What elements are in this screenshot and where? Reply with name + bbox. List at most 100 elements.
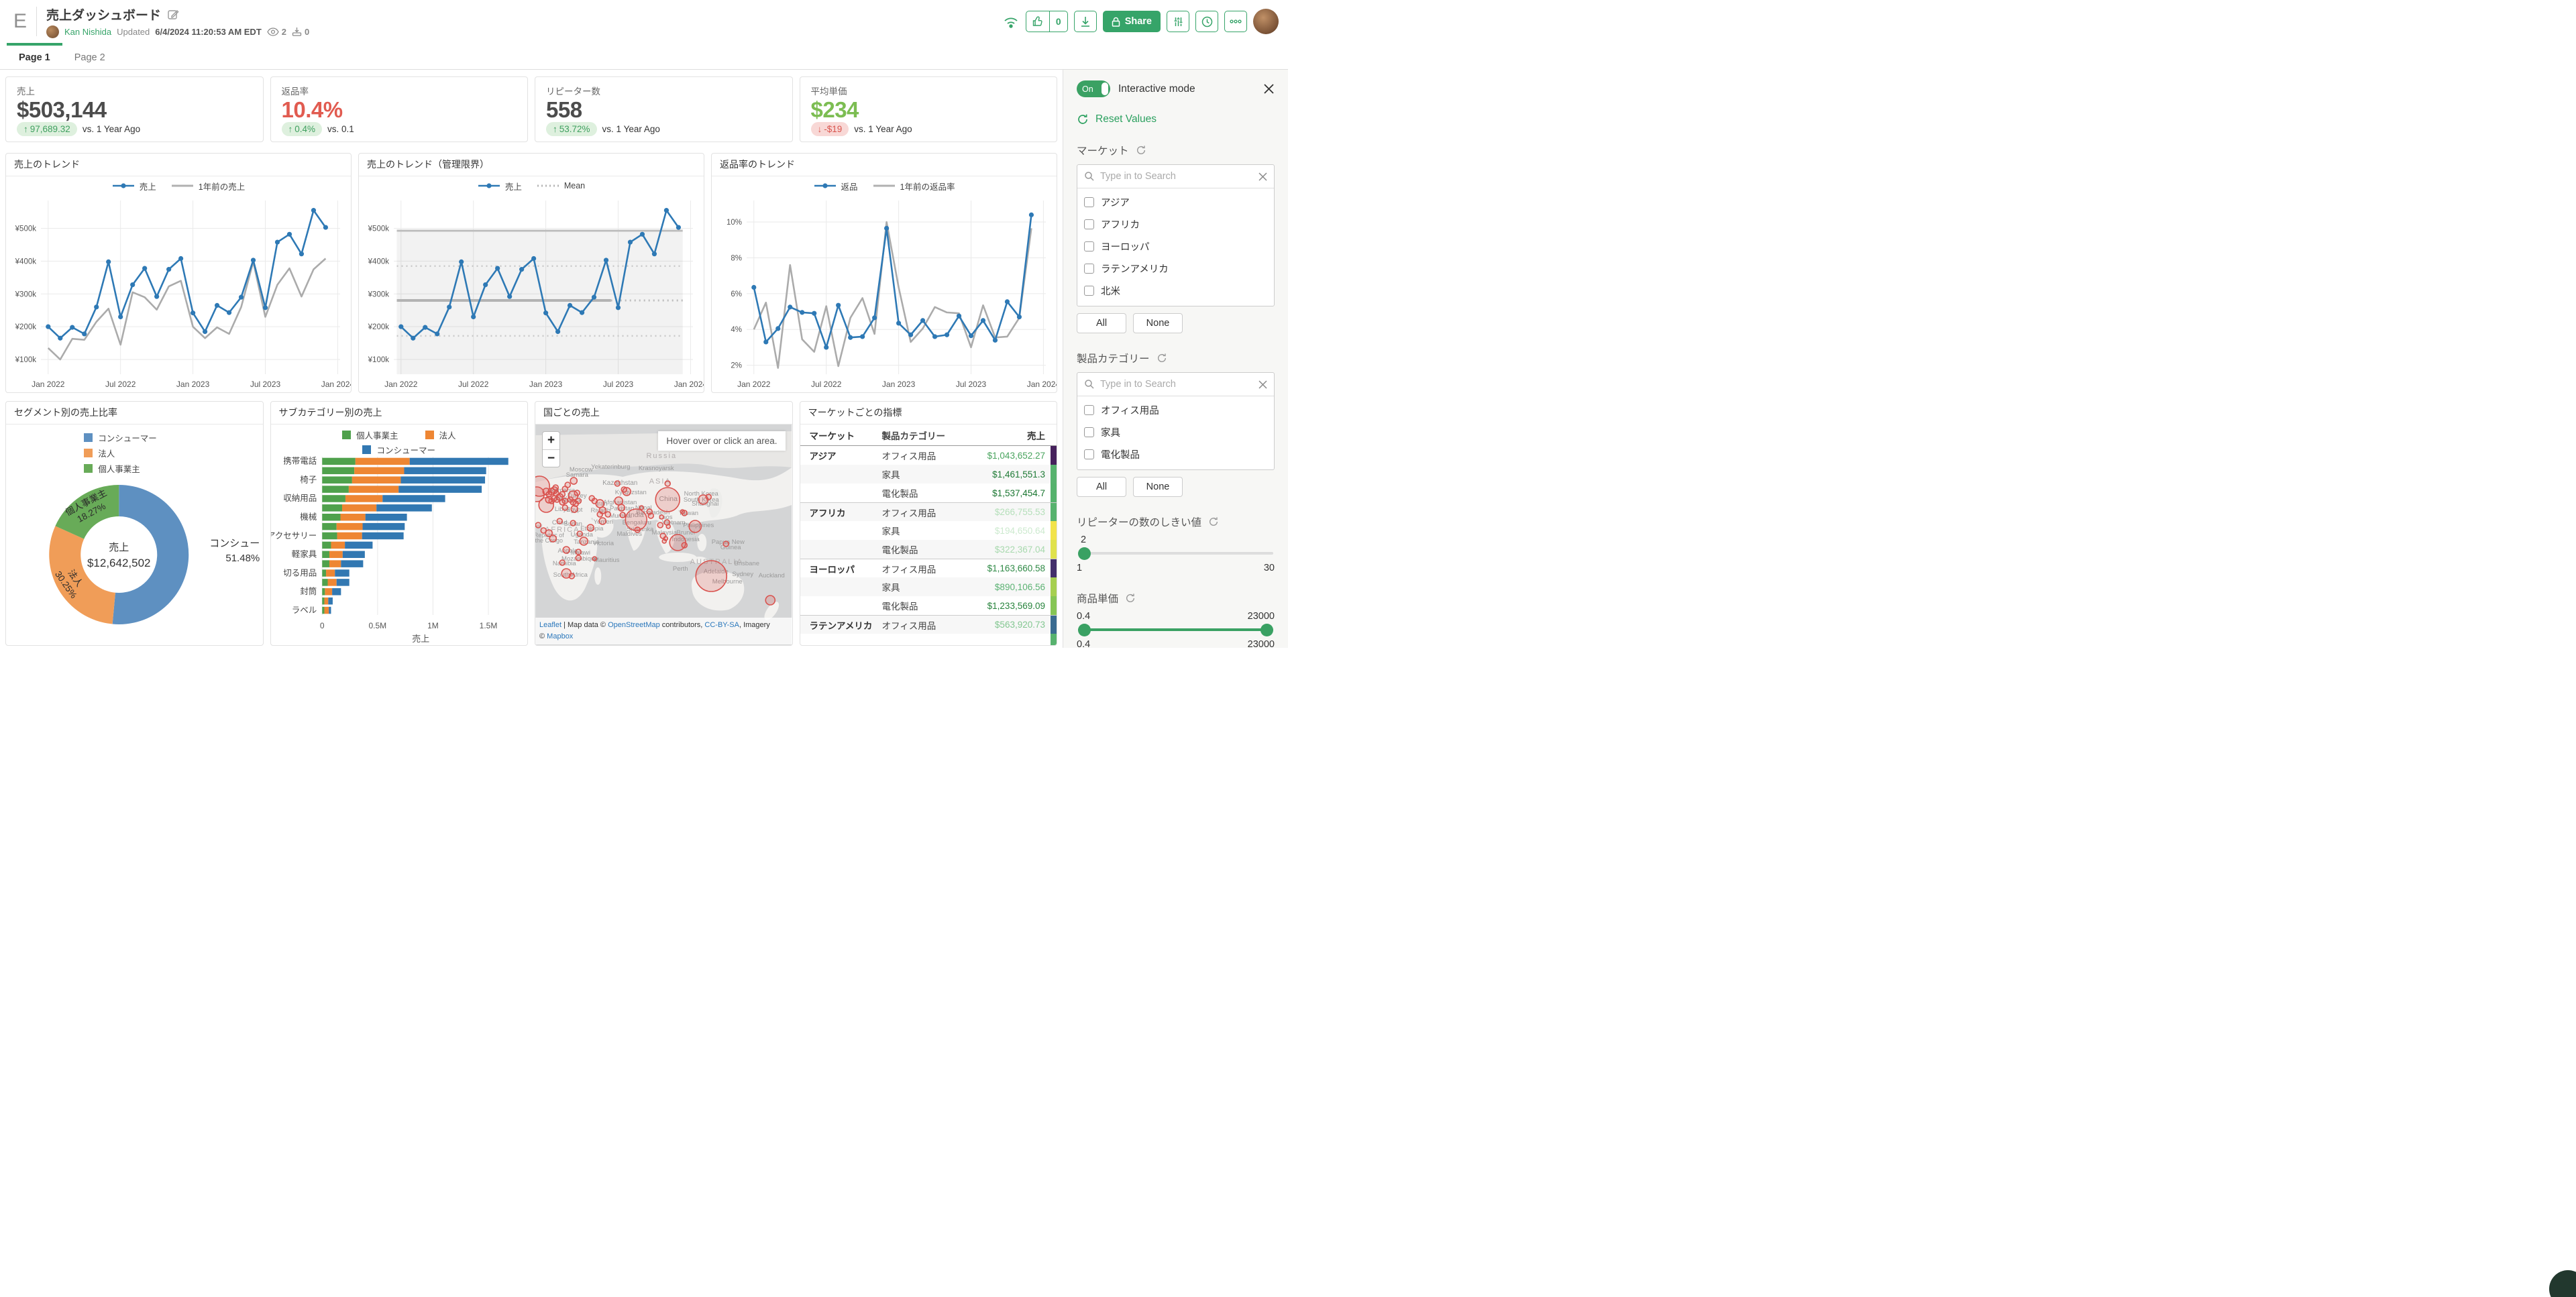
close-icon[interactable] — [1263, 83, 1275, 95]
map-sales-circle[interactable] — [574, 490, 580, 496]
map-sales-circle[interactable] — [592, 557, 596, 561]
checkbox[interactable] — [1084, 197, 1094, 207]
range-thumb-high[interactable] — [1260, 624, 1273, 636]
map-sales-circle[interactable] — [614, 481, 620, 486]
map-zoom-in-button[interactable]: + — [543, 432, 559, 449]
share-button[interactable]: Share — [1103, 11, 1161, 32]
range-thumb-low[interactable] — [1078, 624, 1091, 636]
map-sales-circle[interactable] — [657, 522, 663, 528]
market-search-input[interactable] — [1100, 171, 1253, 182]
map-sales-circle[interactable] — [605, 512, 610, 517]
sales-control-chart[interactable]: ¥100k¥200k¥300k¥400k¥500kJan 2022Jul 202… — [359, 195, 704, 392]
country-sales-map[interactable]: RussiaYekaterinburgKrasnoyarskMoscowSama… — [535, 425, 792, 644]
map-sales-circle[interactable] — [570, 477, 577, 484]
map-sales-circle[interactable] — [541, 528, 546, 533]
checkbox-item[interactable]: 電化製品 — [1077, 443, 1274, 465]
checkbox[interactable] — [1084, 264, 1094, 274]
map-sales-circle[interactable] — [577, 531, 582, 537]
author-link[interactable]: Kan Nishida — [64, 27, 111, 37]
market-select-all-button[interactable]: All — [1077, 313, 1126, 333]
map-sales-circle[interactable] — [562, 505, 568, 510]
category-select-all-button[interactable]: All — [1077, 477, 1126, 497]
map-sales-circle[interactable] — [723, 541, 729, 547]
map-sales-circle[interactable] — [662, 539, 666, 543]
map-sales-circle[interactable] — [648, 513, 653, 518]
map-sales-circle[interactable] — [539, 498, 553, 512]
map-sales-circle[interactable] — [599, 518, 606, 524]
map-sales-circle[interactable] — [696, 561, 727, 591]
segment-donut-chart[interactable]: 売上$12,642,502コンシュー51.48%法人30.25%個人事業主18.… — [6, 469, 263, 644]
map-sales-circle[interactable] — [559, 492, 565, 497]
map-sales-circle[interactable] — [559, 560, 565, 565]
return-rate-chart[interactable]: 2%4%6%8%10%Jan 2022Jul 2022Jan 2023Jul 2… — [712, 195, 1057, 392]
map-sales-circle[interactable] — [563, 547, 570, 553]
clear-search-icon[interactable] — [1258, 380, 1267, 389]
user-avatar[interactable] — [1253, 9, 1279, 34]
like-button[interactable]: 0 — [1026, 11, 1068, 32]
map-sales-circle[interactable] — [682, 543, 687, 548]
edit-icon[interactable] — [168, 9, 179, 20]
unit-price-range-slider[interactable]: 0.4 23000 0.4 23000 — [1077, 611, 1275, 648]
map-sales-circle[interactable] — [680, 510, 684, 514]
map-sales-circle[interactable] — [597, 512, 602, 517]
tab-page-2[interactable]: Page 2 — [62, 43, 117, 69]
checkbox[interactable] — [1084, 219, 1094, 229]
checkbox-item[interactable]: オフィス用品 — [1077, 399, 1274, 421]
map-sales-circle[interactable] — [587, 524, 594, 531]
slider-thumb[interactable] — [1078, 547, 1091, 560]
map-sales-circle[interactable] — [618, 504, 625, 511]
checkbox[interactable] — [1084, 405, 1094, 415]
checkbox[interactable] — [1084, 286, 1094, 296]
map-sales-circle[interactable] — [576, 555, 581, 561]
reset-values-button[interactable]: Reset Values — [1077, 113, 1275, 125]
checkbox-item[interactable]: 北米 — [1077, 280, 1274, 302]
checkbox[interactable] — [1084, 241, 1094, 251]
refresh-icon[interactable] — [1208, 516, 1219, 527]
map-sales-circle[interactable] — [689, 520, 701, 532]
parameters-button[interactable] — [1167, 11, 1189, 32]
osm-link[interactable]: OpenStreetMap — [608, 621, 660, 629]
map-sales-circle[interactable] — [562, 498, 568, 504]
map-sales-circle[interactable] — [576, 549, 581, 555]
map-sales-circle[interactable] — [535, 522, 541, 528]
refresh-icon[interactable] — [1136, 145, 1146, 156]
map-sales-circle[interactable] — [549, 535, 556, 542]
map-sales-circle[interactable] — [571, 506, 578, 512]
more-button[interactable] — [1224, 11, 1247, 32]
map-sales-circle[interactable] — [765, 596, 775, 605]
map-sales-circle[interactable] — [580, 537, 588, 545]
category-search-input[interactable] — [1100, 379, 1253, 390]
tab-page-1[interactable]: Page 1 — [7, 43, 62, 69]
map-sales-circle[interactable] — [666, 524, 670, 528]
corner-helper-button[interactable] — [2549, 1270, 2576, 1297]
map-sales-circle[interactable] — [620, 512, 625, 518]
map-sales-circle[interactable] — [659, 515, 663, 519]
checkbox[interactable] — [1084, 449, 1094, 459]
checkbox-item[interactable]: アフリカ — [1077, 213, 1274, 235]
market-select-none-button[interactable]: None — [1133, 313, 1183, 333]
cc-link[interactable]: CC-BY-SA — [704, 621, 739, 629]
map-sales-circle[interactable] — [553, 485, 558, 490]
map-sales-circle[interactable] — [665, 481, 670, 486]
checkbox-item[interactable]: ヨーロッパ — [1077, 235, 1274, 258]
map-zoom-out-button[interactable]: − — [543, 449, 559, 467]
refresh-icon[interactable] — [1125, 593, 1136, 604]
map-sales-circle[interactable] — [614, 497, 623, 505]
map-sales-circle[interactable] — [570, 520, 576, 526]
mapbox-link[interactable]: Mapbox — [547, 632, 573, 640]
download-button[interactable] — [1074, 11, 1097, 32]
map-sales-circle[interactable] — [576, 498, 581, 504]
subcategory-bar-chart[interactable]: 携帯電話椅子収納用品機械アクセサリー軽家具切る用品封筒ラベル00.5M1M1.5… — [271, 454, 528, 644]
schedule-button[interactable] — [1195, 11, 1218, 32]
map-sales-circle[interactable] — [569, 573, 574, 579]
map-sales-circle[interactable] — [655, 488, 680, 512]
checkbox-item[interactable]: ラテンアメリカ — [1077, 258, 1274, 280]
refresh-icon[interactable] — [1157, 353, 1167, 363]
repeater-threshold-slider[interactable]: 2 1 30 — [1077, 534, 1275, 573]
category-select-none-button[interactable]: None — [1133, 477, 1183, 497]
map-sales-circle[interactable] — [706, 494, 711, 500]
leaflet-link[interactable]: Leaflet — [539, 621, 561, 629]
clear-search-icon[interactable] — [1258, 172, 1267, 181]
map-sales-circle[interactable] — [639, 506, 643, 510]
interactive-mode-toggle[interactable]: On — [1077, 80, 1110, 97]
